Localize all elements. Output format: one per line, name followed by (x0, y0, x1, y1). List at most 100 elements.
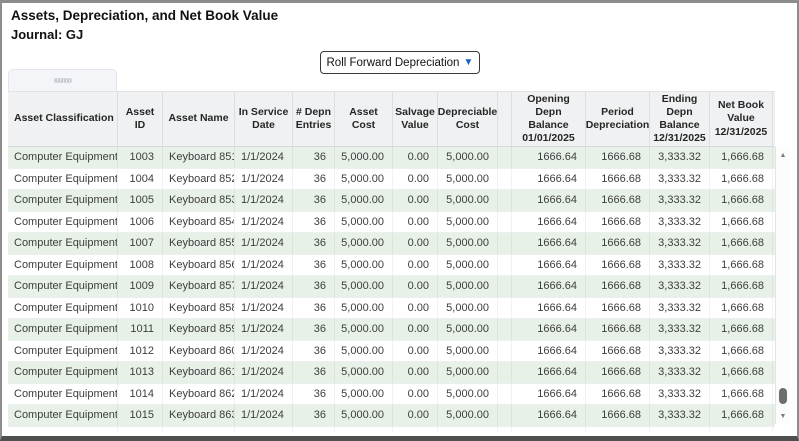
column-header[interactable]: Depreciable Cost (438, 92, 498, 146)
table-cell: 0.00 (393, 276, 438, 297)
table-cell: 1003 (118, 147, 163, 168)
table-cell (393, 427, 438, 432)
column-header[interactable] (498, 92, 512, 146)
column-header[interactable]: Ending Depn Balance 12/31/2025 (650, 92, 710, 146)
table-cell: 1666.64 (512, 190, 586, 211)
table-row[interactable]: Computer Equipment1010Keyboard 8581/1/20… (8, 298, 775, 320)
table-cell: Keyboard 863 (163, 405, 235, 426)
table-cell: 3,333.32 (650, 169, 710, 190)
table-cell: 0.00 (393, 255, 438, 276)
column-header[interactable]: Asset Classification (8, 92, 118, 146)
table-grip-tab[interactable] (8, 69, 117, 91)
table-cell (498, 276, 512, 297)
table-cell: 1666.68 (586, 169, 650, 190)
table-row[interactable]: Computer Equipment1005Keyboard 8531/1/20… (8, 190, 775, 212)
table-cell: 5,000.00 (438, 169, 498, 190)
depreciation-view-dropdown[interactable]: Roll Forward Depreciation ▼ (320, 51, 480, 74)
column-header[interactable]: Salvage Value (393, 92, 438, 146)
scroll-down-icon[interactable]: ▼ (776, 410, 790, 422)
table-cell (498, 341, 512, 362)
table-cell: 1666.64 (512, 212, 586, 233)
table-cell (498, 255, 512, 276)
table-cell: 5,000.00 (335, 384, 393, 405)
table-cell: 36 (293, 298, 335, 319)
table-cell: 0.00 (393, 362, 438, 383)
table-row[interactable]: Computer Equipment1007Keyboard 8551/1/20… (8, 233, 775, 255)
table-cell: 36 (293, 169, 335, 190)
table-row[interactable]: Computer Equipment1006Keyboard 8541/1/20… (8, 212, 775, 234)
table-row[interactable]: Computer Equipment1014Keyboard 8621/1/20… (8, 384, 775, 406)
scrollbar-thumb[interactable] (779, 388, 787, 404)
table-cell: 1/1/2024 (235, 405, 293, 426)
table-cell (498, 169, 512, 190)
table-cell: 1007 (118, 233, 163, 254)
vertical-scrollbar[interactable]: ▲ ▼ (775, 147, 790, 424)
table-cell: 3,333.32 (650, 212, 710, 233)
table-cell: 5,000.00 (438, 405, 498, 426)
table-cell: Keyboard 853 (163, 190, 235, 211)
table-row[interactable]: Computer Equipment1013Keyboard 8611/1/20… (8, 362, 775, 384)
table-cell: 3,333.32 (650, 384, 710, 405)
table-cell: Computer Equipment (8, 405, 118, 426)
table-cell: 1,666.68 (710, 319, 773, 340)
table-row[interactable]: Computer Equipment1015Keyboard 8631/1/20… (8, 405, 775, 427)
table-body: Computer Equipment1003Keyboard 8511/1/20… (8, 147, 775, 432)
table-cell: 5,000.00 (438, 298, 498, 319)
column-header[interactable]: In Service Date (235, 92, 293, 146)
table-cell: 1666.64 (512, 341, 586, 362)
column-header[interactable]: Net Book Value 12/31/2025 (710, 92, 773, 146)
table-cell: 36 (293, 147, 335, 168)
table-cell: 1666.64 (512, 233, 586, 254)
scroll-up-icon[interactable]: ▲ (776, 149, 790, 161)
table-cell: 36 (293, 319, 335, 340)
table-cell: 5,000.00 (335, 169, 393, 190)
table-cell (710, 427, 773, 432)
table-cell: 1/1/2024 (235, 169, 293, 190)
table-cell: 0.00 (393, 341, 438, 362)
column-header[interactable]: Asset Name (163, 92, 235, 146)
column-header[interactable]: Period Depreciation (586, 92, 650, 146)
table-cell: 1015 (118, 405, 163, 426)
table-cell: 1005 (118, 190, 163, 211)
table-cell: Keyboard 861 (163, 362, 235, 383)
table-cell: Computer Equipment (8, 255, 118, 276)
table-cell: 1/1/2024 (235, 362, 293, 383)
table-cell: 1666.68 (586, 276, 650, 297)
table-cell: 5,000.00 (438, 362, 498, 383)
table-cell (118, 427, 163, 432)
table-cell: 1/1/2024 (235, 276, 293, 297)
table-cell: 1/1/2024 (235, 212, 293, 233)
dropdown-value: Roll Forward Depreciation (327, 57, 460, 69)
column-header[interactable]: Opening Depn Balance 01/01/2025 (512, 92, 586, 146)
chevron-down-icon: ▼ (463, 58, 473, 68)
table-cell: 5,000.00 (335, 341, 393, 362)
table-row[interactable]: Computer Equipment1011Keyboard 8591/1/20… (8, 319, 775, 341)
table-row[interactable]: Computer Equipment1004Keyboard 8521/1/20… (8, 169, 775, 191)
table-row[interactable]: Computer Equipment1009Keyboard 8571/1/20… (8, 276, 775, 298)
column-header[interactable]: Asset ID (118, 92, 163, 146)
drag-handle-icon (54, 78, 72, 83)
partial-row (8, 427, 775, 432)
table-cell: 5,000.00 (438, 190, 498, 211)
table-cell: Keyboard 862 (163, 384, 235, 405)
column-header[interactable]: Asset Cost (335, 92, 393, 146)
table-cell: 3,333.32 (650, 319, 710, 340)
table-cell: 1666.68 (586, 190, 650, 211)
table-cell: 5,000.00 (335, 212, 393, 233)
table-cell: 1,666.68 (710, 405, 773, 426)
table-cell (498, 405, 512, 426)
table-cell (498, 298, 512, 319)
table-row[interactable]: Computer Equipment1012Keyboard 8601/1/20… (8, 341, 775, 363)
table-cell: 36 (293, 341, 335, 362)
table-cell: 1,666.68 (710, 298, 773, 319)
table-cell: 1666.64 (512, 147, 586, 168)
column-header[interactable]: # Depn Entries (293, 92, 335, 146)
table-row[interactable]: Computer Equipment1008Keyboard 8561/1/20… (8, 255, 775, 277)
table-cell: 1666.68 (586, 298, 650, 319)
table-cell: 5,000.00 (438, 276, 498, 297)
table-cell: 0.00 (393, 233, 438, 254)
table-cell: 5,000.00 (335, 147, 393, 168)
assets-table: Asset ClassificationAsset IDAsset NameIn… (8, 91, 775, 432)
table-cell: 36 (293, 212, 335, 233)
table-row[interactable]: Computer Equipment1003Keyboard 8511/1/20… (8, 147, 775, 169)
